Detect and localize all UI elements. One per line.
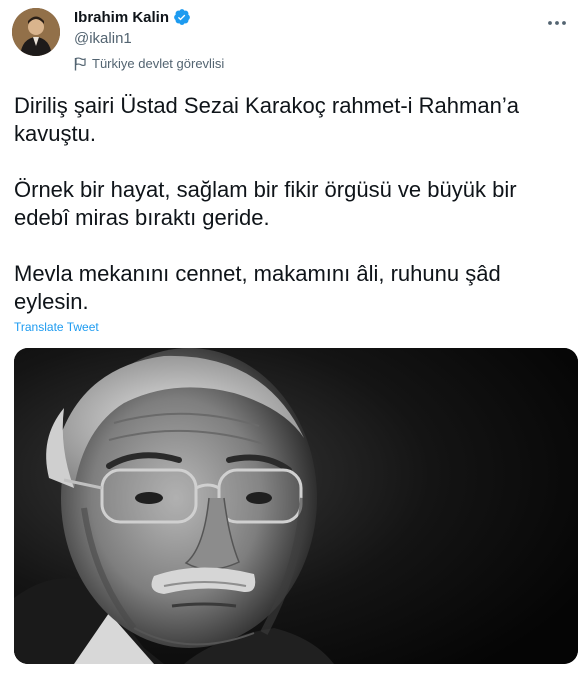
author-identity: Ibrahim Kalin @ikalin1 Türkiye devlet gö — [74, 6, 224, 72]
tweet-paragraph: Mevla mekanını cennet, makamını âli, ruh… — [14, 261, 501, 314]
handle[interactable]: @ikalin1 — [74, 28, 224, 50]
display-name[interactable]: Ibrahim Kalin — [74, 9, 169, 26]
name-row: Ibrahim Kalin — [74, 6, 224, 28]
tweet-paragraph: Örnek bir hayat, sağlam bir fikir örgüsü… — [14, 177, 517, 230]
tweet-photo[interactable] — [14, 348, 578, 664]
tweet-header: Ibrahim Kalin @ikalin1 Türkiye devlet gö — [12, 6, 572, 76]
government-label-text: Türkiye devlet görevlisi — [92, 56, 225, 71]
flag-icon — [74, 56, 86, 71]
tweet-paragraph: Diriliş şairi Üstad Sezai Karakoç rahmet… — [14, 93, 519, 146]
avatar[interactable] — [12, 8, 60, 56]
tweet: Ibrahim Kalin @ikalin1 Türkiye devlet gö — [0, 0, 584, 678]
government-label[interactable]: Türkiye devlet görevlisi — [74, 56, 224, 71]
verified-badge-icon — [173, 8, 191, 26]
tweet-text: Diriliş şairi Üstad Sezai Karakoç rahmet… — [14, 92, 570, 316]
more-options-icon[interactable] — [546, 12, 568, 34]
translate-tweet-link[interactable]: Translate Tweet — [14, 320, 99, 334]
